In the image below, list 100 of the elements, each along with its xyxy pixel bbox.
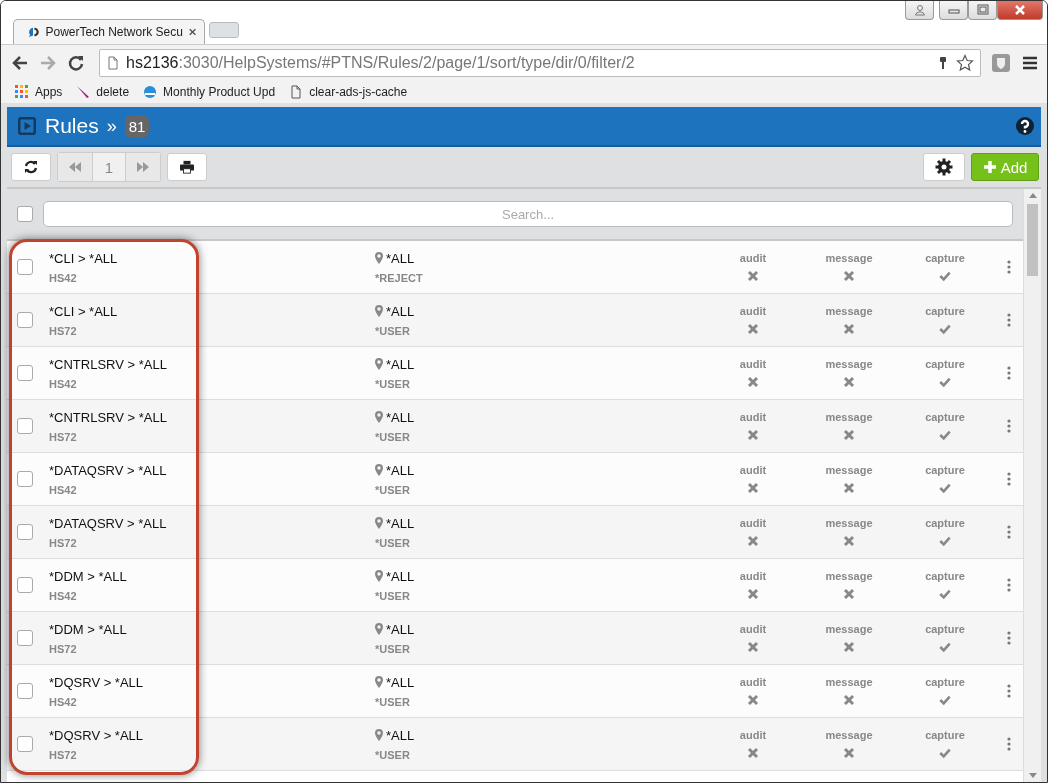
row-checkbox[interactable] [17, 630, 33, 646]
server-name: HS72 [49, 536, 77, 549]
scrollbar[interactable] [1023, 189, 1041, 782]
menu-icon[interactable] [1021, 54, 1039, 72]
print-button[interactable] [167, 153, 207, 181]
flag-label: audit [739, 676, 767, 688]
profile-button[interactable] [905, 1, 934, 20]
location-pin-icon [375, 623, 383, 635]
row-checkbox[interactable] [17, 471, 33, 487]
select-all-checkbox[interactable] [17, 206, 33, 222]
bookmark[interactable]: Apps [15, 85, 63, 99]
row-checkbox[interactable] [17, 736, 33, 752]
printer-icon [180, 160, 194, 174]
flag-label: capture [925, 464, 965, 476]
more-options-icon[interactable] [1007, 366, 1011, 380]
rule-name: *DQSRV > *ALL [49, 674, 144, 690]
rule-row[interactable]: *DATAQSRV > *ALL HS72 *ALL *USER audit message capture [7, 506, 1023, 559]
server-name: HS72 [49, 430, 77, 443]
settings-icon [935, 158, 953, 176]
row-checkbox[interactable] [17, 259, 33, 275]
server-name: HS72 [49, 642, 77, 655]
close-icon[interactable] [188, 27, 196, 37]
flag-label: audit [739, 623, 767, 635]
action-name: *USER [375, 536, 410, 549]
more-options-icon[interactable] [1007, 419, 1011, 433]
action-name: *USER [375, 483, 410, 496]
rule-row[interactable]: *CLI > *ALL HS72 *ALL *USER audit message capture [7, 294, 1023, 347]
flag-label: audit [739, 570, 767, 582]
flag-label: capture [925, 252, 965, 264]
play-icon[interactable] [17, 116, 37, 136]
address-bar[interactable]: hs2136:3030/HelpSystems/#PTNS/Rules/2/page/1/sort/type/dir/0/filter/2 [99, 49, 981, 77]
row-checkbox[interactable] [17, 312, 33, 328]
plus-icon [982, 160, 997, 174]
forward-arrow-icon[interactable] [39, 54, 57, 72]
settings-button[interactable] [923, 153, 965, 181]
location-pin-icon [375, 729, 383, 741]
location-name: *ALL [386, 303, 415, 319]
flag-label: audit [739, 411, 767, 423]
browser-tab[interactable]: PowerTech Network Secu [13, 19, 205, 44]
more-options-icon[interactable] [1007, 260, 1011, 274]
double-right-arrow-icon [136, 160, 150, 174]
location-pin-icon [375, 464, 383, 476]
rule-name: *DQSRV > *ALL [49, 727, 144, 743]
more-options-icon[interactable] [1007, 525, 1011, 539]
rule-name: *CNTRLSRV > *ALL [49, 409, 167, 425]
rule-name: *DATAQSRV > *ALL [49, 515, 167, 531]
bookmark[interactable]: clear-ads-js-cache [289, 85, 408, 99]
flag-label: capture [925, 570, 965, 582]
action-name: *REJECT [375, 271, 423, 284]
refresh-icon [24, 160, 38, 174]
back-arrow-icon[interactable] [11, 54, 29, 72]
server-name: HS42 [49, 589, 77, 602]
maximize-button[interactable] [968, 1, 997, 20]
person-icon [913, 4, 926, 16]
row-checkbox[interactable] [17, 524, 33, 540]
minimize-button[interactable] [939, 1, 968, 20]
more-options-icon[interactable] [1007, 684, 1011, 698]
flag-label: audit [739, 305, 767, 317]
more-options-icon[interactable] [1007, 313, 1011, 327]
flag-label: message [825, 358, 873, 370]
breadcrumb-separator: » [106, 115, 117, 137]
server-name: HS42 [49, 271, 77, 284]
row-checkbox[interactable] [17, 418, 33, 434]
flag-label: audit [739, 464, 767, 476]
search-field[interactable]: Search... [43, 201, 1013, 227]
more-options-icon[interactable] [1007, 578, 1011, 592]
rule-row[interactable]: *DQSRV > *ALL HS72 *ALL *USER audit message capture [7, 718, 1023, 771]
apps-grid-icon [15, 85, 29, 99]
extension-icon[interactable] [991, 53, 1011, 73]
action-name: *USER [375, 430, 410, 443]
location-name: *ALL [386, 462, 415, 478]
count-badge: 81 [124, 114, 150, 138]
more-options-icon[interactable] [1007, 737, 1011, 751]
flag-label: message [825, 729, 873, 741]
action-name: *USER [375, 642, 410, 655]
row-checkbox[interactable] [17, 577, 33, 593]
flag-label: message [825, 676, 873, 688]
more-options-icon[interactable] [1007, 472, 1011, 486]
rule-name: *CLI > *ALL [49, 303, 118, 319]
rule-row[interactable]: *DDM > *ALL HS72 *ALL *USER audit message capture [7, 612, 1023, 665]
close-window-button[interactable] [997, 1, 1043, 20]
help-icon[interactable] [1015, 116, 1035, 136]
double-left-arrow-icon [68, 160, 82, 174]
more-options-icon[interactable] [1007, 631, 1011, 645]
location-name: *ALL [386, 515, 415, 531]
page-title: Rules [45, 114, 99, 138]
refresh-button[interactable] [11, 153, 51, 181]
server-name: HS72 [49, 324, 77, 337]
rule-row[interactable]: *CNTRLSRV > *ALL HS72 *ALL *USER audit message capture [7, 400, 1023, 453]
flag-label: audit [739, 517, 767, 529]
rule-name: *DDM > *ALL [49, 568, 127, 584]
row-checkbox[interactable] [17, 365, 33, 381]
reload-icon[interactable] [67, 54, 85, 72]
star-icon[interactable] [956, 54, 974, 72]
row-checkbox[interactable] [17, 683, 33, 699]
flag-label: capture [925, 676, 965, 688]
flag-label: message [825, 305, 873, 317]
bookmark[interactable]: delete [76, 85, 130, 99]
bookmark[interactable]: Monthly Product Upd [143, 85, 276, 99]
location-name: *ALL [386, 621, 415, 637]
